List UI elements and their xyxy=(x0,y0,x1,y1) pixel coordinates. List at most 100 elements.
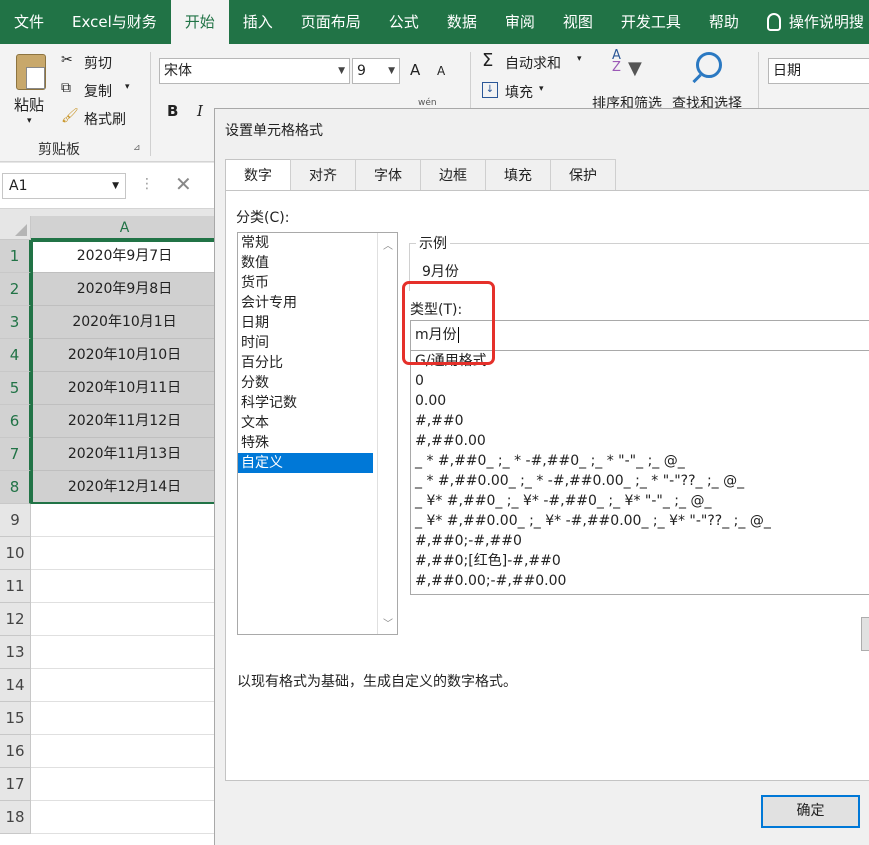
fill-icon[interactable]: ↓ xyxy=(482,82,498,98)
fill-button[interactable]: 填充 xyxy=(505,82,533,102)
empty-cell[interactable] xyxy=(31,570,218,603)
type-input[interactable]: m月份 xyxy=(410,320,869,351)
paste-icon[interactable] xyxy=(16,54,46,90)
shrink-font-button[interactable]: A xyxy=(437,64,445,78)
row-header[interactable]: 1 xyxy=(0,240,31,273)
row-header[interactable]: 5 xyxy=(0,372,31,405)
ribbon-tab[interactable]: 插入 xyxy=(229,0,287,44)
ribbon-tab[interactable]: 审阅 xyxy=(491,0,549,44)
ribbon-tab[interactable]: 开发工具 xyxy=(607,0,695,44)
cell[interactable]: 2020年11月12日 xyxy=(31,405,218,438)
scroll-up-icon[interactable]: ︿ xyxy=(383,237,393,252)
number-format-box[interactable]: 日期 xyxy=(768,58,869,84)
row-header[interactable]: 6 xyxy=(0,405,31,438)
dialog-tab[interactable]: 保护 xyxy=(550,159,616,191)
chevron-down-icon[interactable]: ▼ xyxy=(338,59,345,83)
category-item[interactable]: 特殊 xyxy=(238,433,373,453)
row-header[interactable]: 12 xyxy=(0,603,31,636)
cell[interactable]: 2020年10月11日 xyxy=(31,372,218,405)
ribbon-tab[interactable]: 帮助 xyxy=(695,0,753,44)
category-item[interactable]: 货币 xyxy=(238,273,373,293)
format-item[interactable]: 0 xyxy=(411,371,869,391)
cell[interactable]: 2020年9月8日 xyxy=(31,273,218,306)
empty-cell[interactable] xyxy=(31,768,218,801)
ribbon-tab[interactable]: 文件 xyxy=(0,0,58,44)
dialog-tab[interactable]: 填充 xyxy=(485,159,551,191)
format-item[interactable]: #,##0.00;-#,##0.00 xyxy=(411,571,869,591)
ribbon-tab[interactable]: 公式 xyxy=(375,0,433,44)
sort-filter-icon[interactable]: AZ xyxy=(612,49,621,74)
category-item[interactable]: 分数 xyxy=(238,373,373,393)
format-painter-button[interactable]: 格式刷 xyxy=(84,109,126,129)
category-item[interactable]: 会计专用 xyxy=(238,293,373,313)
format-item[interactable]: #,##0;-#,##0 xyxy=(411,531,869,551)
cell[interactable]: 2020年12月14日 xyxy=(31,471,218,504)
format-painter-icon[interactable]: 🖌 xyxy=(61,108,79,124)
chevron-down-icon[interactable]: ▾ xyxy=(539,84,544,94)
format-item[interactable]: #,##0.00 xyxy=(411,431,869,451)
format-item[interactable]: G/通用格式 xyxy=(411,351,869,371)
dialog-tab[interactable]: 对齐 xyxy=(290,159,356,191)
grow-font-button[interactable]: A xyxy=(410,61,420,79)
category-item[interactable]: 数值 xyxy=(238,253,373,273)
ribbon-tab[interactable]: 开始 xyxy=(170,0,229,44)
format-item[interactable]: _ ¥* #,##0.00_ ;_ ¥* -#,##0.00_ ;_ ¥* "-… xyxy=(411,511,869,531)
autosum-icon[interactable]: Σ xyxy=(482,50,493,71)
autosum-button[interactable]: 自动求和 xyxy=(505,53,561,73)
format-item[interactable]: #,##0 xyxy=(411,411,869,431)
category-item[interactable]: 日期 xyxy=(238,313,373,333)
row-header[interactable]: 8 xyxy=(0,471,31,504)
copy-icon[interactable]: ⧉ xyxy=(61,80,71,96)
format-item[interactable]: _ * #,##0.00_ ;_ * -#,##0.00_ ;_ * "-"??… xyxy=(411,471,869,491)
category-list[interactable]: 常规 数值 货币 会计专用 日期 时间 百分比 分数 科学记数 文本 特殊 自定义 ︿ ﹀ xyxy=(237,232,398,635)
select-all-corner[interactable] xyxy=(0,216,31,240)
filter-funnel-icon[interactable]: ▼ xyxy=(628,58,642,79)
category-item[interactable]: 自定义 xyxy=(238,453,373,473)
row-header[interactable]: 2 xyxy=(0,273,31,306)
ribbon-tab[interactable]: 页面布局 xyxy=(287,0,375,44)
phonetic-button[interactable]: wén xyxy=(418,98,437,108)
italic-button[interactable]: I xyxy=(197,102,203,120)
row-header[interactable]: 18 xyxy=(0,801,31,834)
category-item[interactable]: 时间 xyxy=(238,333,373,353)
category-item[interactable]: 文本 xyxy=(238,413,373,433)
format-item[interactable]: _ ¥* #,##0_ ;_ ¥* -#,##0_ ;_ ¥* "-"_ ;_ … xyxy=(411,491,869,511)
cut-icon[interactable]: ✂ xyxy=(61,52,73,68)
cell[interactable]: 2020年11月13日 xyxy=(31,438,218,471)
row-header[interactable]: 10 xyxy=(0,537,31,570)
row-header[interactable]: 13 xyxy=(0,636,31,669)
cancel-icon[interactable]: ✕ xyxy=(175,172,192,196)
row-header[interactable]: 7 xyxy=(0,438,31,471)
name-box[interactable]: A1 ▼ xyxy=(2,173,126,199)
ribbon-tab[interactable]: 视图 xyxy=(549,0,607,44)
empty-cell[interactable] xyxy=(31,702,218,735)
dialog-launcher-icon[interactable]: ⊿ xyxy=(133,143,141,153)
ribbon-tab[interactable]: 数据 xyxy=(433,0,491,44)
ribbon-tab[interactable]: Excel与财务 xyxy=(58,0,171,44)
format-item[interactable]: #,##0;[红色]-#,##0 xyxy=(411,551,869,571)
scroll-down-icon[interactable]: ﹀ xyxy=(383,615,393,630)
bold-button[interactable]: B xyxy=(167,102,178,120)
font-name-box[interactable]: 宋体 ▼ xyxy=(159,58,350,84)
row-header[interactable]: 15 xyxy=(0,702,31,735)
dialog-tab[interactable]: 字体 xyxy=(355,159,421,191)
cut-button[interactable]: 剪切 xyxy=(84,53,112,73)
delete-button[interactable] xyxy=(861,617,869,651)
format-list[interactable]: G/通用格式 0 0.00 #,##0 #,##0.00 _ * #,##0_ ;_ * … xyxy=(410,351,869,595)
empty-cell[interactable] xyxy=(31,636,218,669)
cell[interactable]: 2020年9月7日 xyxy=(31,240,218,273)
empty-cell[interactable] xyxy=(31,669,218,702)
cell[interactable]: 2020年10月10日 xyxy=(31,339,218,372)
category-scrollbar[interactable]: ︿ ﹀ xyxy=(377,233,397,634)
row-header[interactable]: 14 xyxy=(0,669,31,702)
format-item[interactable]: 0.00 xyxy=(411,391,869,411)
empty-cell[interactable] xyxy=(31,603,218,636)
cell[interactable]: 2020年10月1日 xyxy=(31,306,218,339)
row-header[interactable]: 9 xyxy=(0,504,31,537)
empty-cell[interactable] xyxy=(31,735,218,768)
format-item[interactable]: _ * #,##0_ ;_ * -#,##0_ ;_ * "-"_ ;_ @_ xyxy=(411,451,869,471)
chevron-down-icon[interactable]: ▼ xyxy=(112,174,119,198)
chevron-down-icon[interactable]: ▾ xyxy=(577,54,582,64)
copy-button[interactable]: 复制 xyxy=(84,81,112,101)
chevron-down-icon[interactable]: ▼ xyxy=(388,59,395,83)
